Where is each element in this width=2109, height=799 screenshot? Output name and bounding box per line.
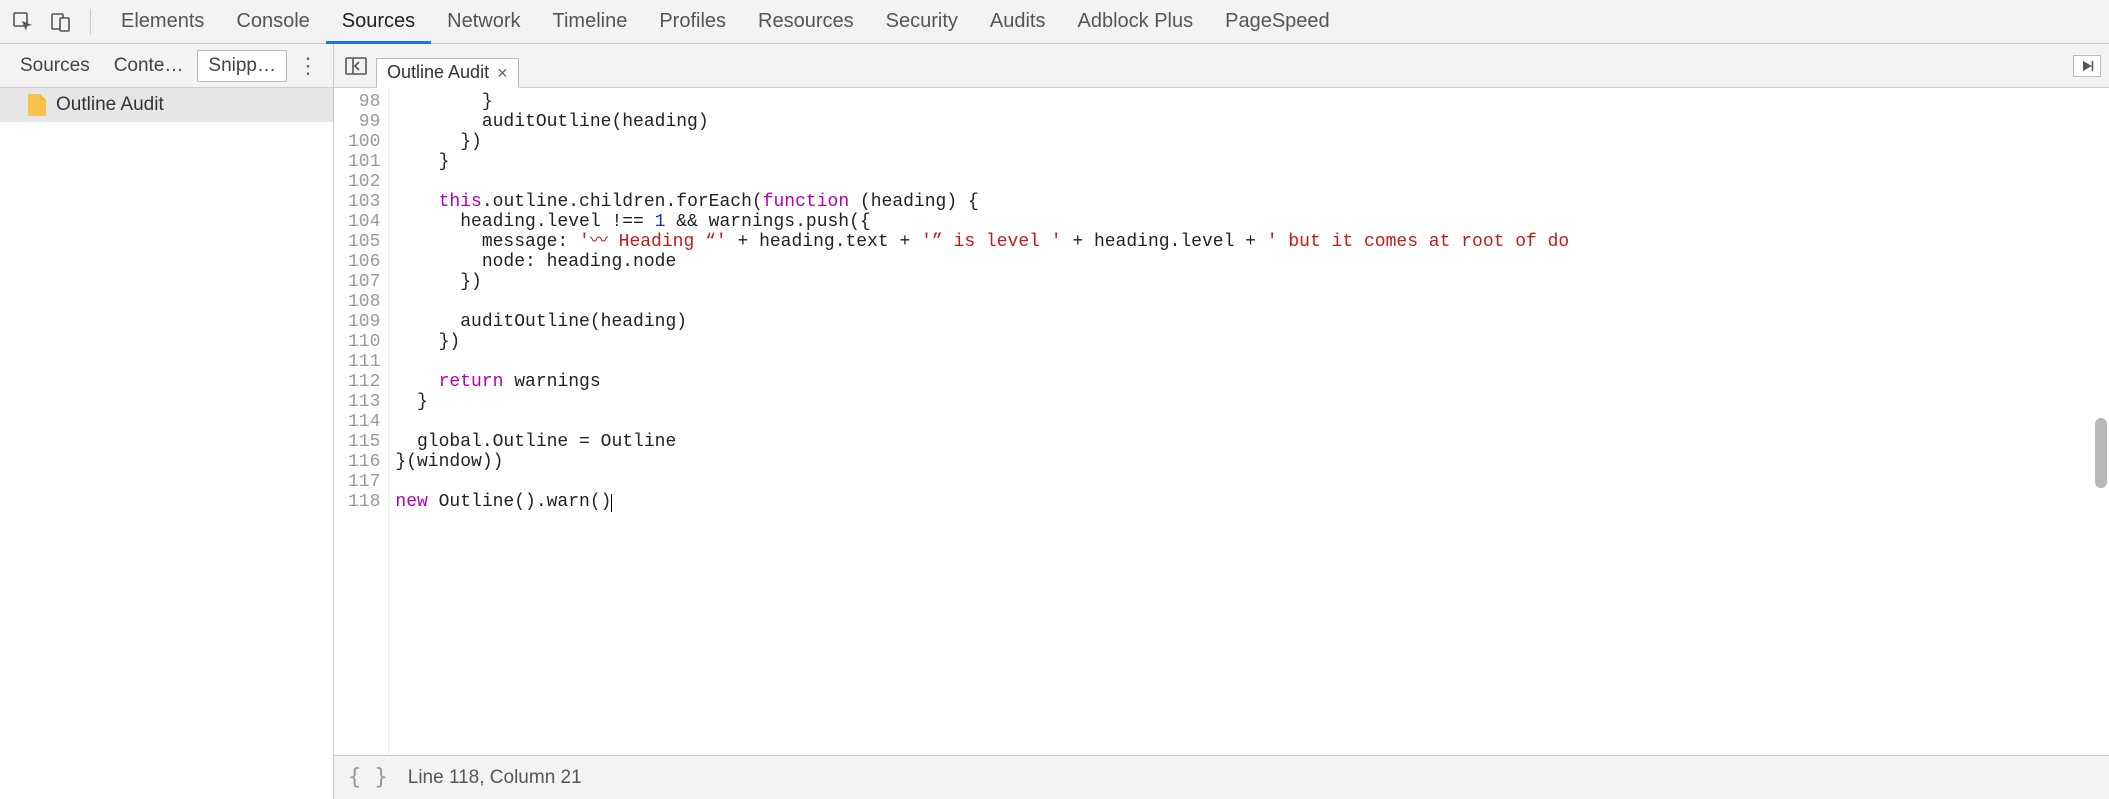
panel-tab-network[interactable]: Network [431, 0, 536, 43]
devtools-panel-tabs: ElementsConsoleSourcesNetworkTimelinePro… [105, 0, 1346, 43]
sidebar-tabs: SourcesConte…Snipp…⋮ [0, 44, 333, 88]
snippet-file-label: Outline Audit [56, 94, 164, 116]
panel-tab-adblock-plus[interactable]: Adblock Plus [1062, 0, 1210, 43]
panel-tab-resources[interactable]: Resources [742, 0, 870, 43]
editor-gutter: 98 99 100 101 102 103 104 105 106 107 10… [334, 88, 389, 755]
code-editor[interactable]: 98 99 100 101 102 103 104 105 106 107 10… [334, 88, 2109, 755]
run-snippet-button[interactable] [2073, 55, 2101, 77]
toggle-navigator-icon[interactable] [342, 52, 370, 80]
snippet-file-item[interactable]: Outline Audit [0, 88, 333, 122]
editor-status-bar: { } Line 118, Column 21 [334, 755, 2109, 799]
workspace: SourcesConte…Snipp…⋮ Outline Audit Outli… [0, 44, 2109, 799]
panel-tab-security[interactable]: Security [870, 0, 974, 43]
editor-scrollbar-thumb[interactable] [2095, 418, 2107, 488]
panel-tab-console[interactable]: Console [220, 0, 325, 43]
snippet-file-icon [28, 94, 46, 116]
panel-tab-sources[interactable]: Sources [326, 0, 431, 43]
sidebar-tab-sources[interactable]: Sources [10, 51, 100, 81]
cursor-position-label: Line 118, Column 21 [408, 767, 582, 789]
panel-tab-audits[interactable]: Audits [974, 0, 1062, 43]
open-file-tab-label: Outline Audit [387, 62, 489, 83]
open-file-tab[interactable]: Outline Audit × [376, 58, 519, 88]
panel-tab-timeline[interactable]: Timeline [537, 0, 644, 43]
sidebar-more-menu-icon[interactable]: ⋮ [291, 55, 325, 77]
sidebar-tab-snipp[interactable]: Snipp… [197, 50, 287, 82]
editor-panel: Outline Audit × 98 99 100 101 102 103 104… [334, 44, 2109, 799]
pretty-print-button[interactable]: { } [348, 765, 388, 790]
sidebar-tab-conte[interactable]: Conte… [104, 51, 194, 81]
panel-tab-profiles[interactable]: Profiles [643, 0, 742, 43]
panel-tab-pagespeed[interactable]: PageSpeed [1209, 0, 1346, 43]
editor-code[interactable]: } auditOutline(heading) }) } this.outlin… [389, 88, 2109, 755]
sidebar-file-tree: Outline Audit [0, 88, 333, 799]
devtools-toolbar: ElementsConsoleSourcesNetworkTimelinePro… [0, 0, 2109, 44]
file-tabs-bar: Outline Audit × [334, 44, 2109, 88]
device-mode-icon[interactable] [46, 7, 76, 37]
panel-tab-elements[interactable]: Elements [105, 0, 220, 43]
inspect-element-icon[interactable] [8, 7, 38, 37]
toolbar-separator [90, 9, 91, 35]
sources-sidebar: SourcesConte…Snipp…⋮ Outline Audit [0, 44, 334, 799]
close-tab-icon[interactable]: × [497, 64, 508, 82]
